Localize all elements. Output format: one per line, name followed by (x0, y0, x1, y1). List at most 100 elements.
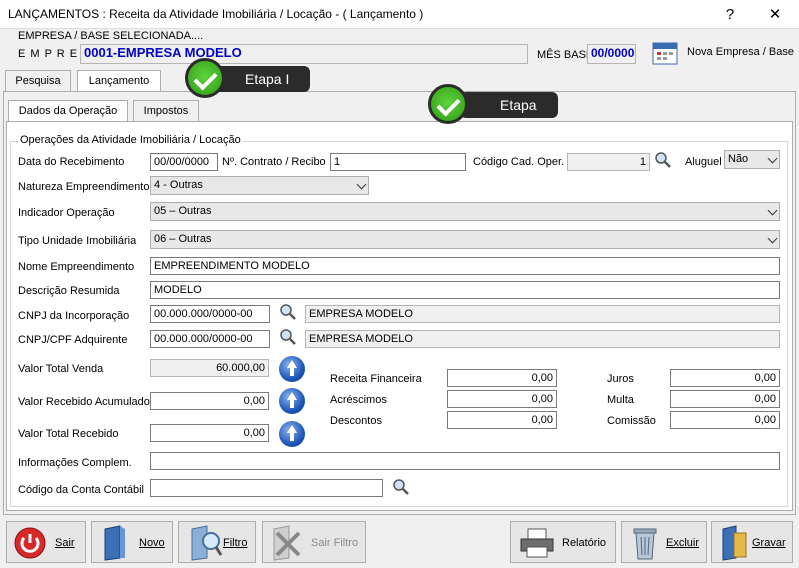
acrescimos-field[interactable]: 0,00 (447, 390, 557, 408)
tab-impostos[interactable]: Impostos (133, 100, 199, 122)
window-title: LANÇAMENTOS : Receita da Atividade Imobi… (8, 7, 424, 21)
cnpj-inc-field[interactable]: 00.000.000/0000-00 (150, 305, 270, 323)
tipo-unidade-value: 06 – Outras (154, 233, 212, 245)
relatorio-button[interactable]: Relatório (510, 521, 616, 563)
filtro-label: Filtro (223, 537, 248, 549)
indicador-select[interactable]: 05 – Outras (150, 202, 780, 221)
valor-total-rec-field[interactable]: 0,00 (150, 424, 269, 442)
contrato-field[interactable]: 1 (330, 153, 466, 171)
sair-button[interactable]: Sair (6, 521, 86, 563)
excluir-label: Excluir (666, 537, 700, 549)
etapa2-badge: Etapa II (460, 92, 558, 139)
check-icon (428, 84, 468, 124)
gravar-label: Gravar (752, 537, 786, 549)
filter-icon (191, 525, 223, 561)
cnpj-inc-nome: EMPRESA MODELO (305, 305, 780, 323)
chevron-down-icon (767, 233, 778, 244)
chevron-down-icon (767, 153, 778, 164)
info-field[interactable] (150, 452, 780, 470)
sair-filtro-button[interactable]: Sair Filtro (262, 521, 366, 563)
trash-icon (633, 528, 657, 560)
indicador-label: Indicador Operação (18, 207, 115, 219)
chevron-down-icon (767, 205, 778, 216)
cnpj-adq-nome: EMPRESA MODELO (305, 330, 780, 348)
aluguel-label: Aluguel (685, 156, 722, 168)
empresa-field: 0001-EMPRESA MODELO (80, 44, 528, 64)
sair-label: Sair (55, 537, 75, 549)
natureza-label: Natureza Empreendimento (18, 181, 150, 193)
descricao-label: Descrição Resumida (18, 285, 120, 297)
tipo-unidade-select[interactable]: 06 – Outras (150, 230, 780, 249)
descricao-field[interactable]: MODELO (150, 281, 780, 299)
calendar-icon (652, 42, 678, 65)
printer-icon (520, 528, 554, 558)
new-document-icon (104, 525, 125, 561)
filtro-button[interactable]: Filtro (178, 521, 256, 563)
title-bar: LANÇAMENTOS : Receita da Atividade Imobi… (0, 0, 799, 30)
arrow-up-icon[interactable] (279, 388, 305, 414)
clear-filter-icon (273, 525, 301, 561)
valor-rec-acum-label: Valor Recebido Acumulado (18, 396, 150, 408)
valor-total-venda-label: Valor Total Venda (18, 363, 104, 375)
arrow-up-icon[interactable] (279, 356, 305, 382)
data-recebimento-field[interactable]: 00/00/0000 (150, 153, 218, 171)
chevron-down-icon (356, 179, 367, 190)
cnpj-adq-label: CNPJ/CPF Adquirente (18, 334, 128, 346)
mes-base-field: 00/0000 (587, 44, 636, 64)
novo-label: Novo (139, 537, 165, 549)
acrescimos-label: Acréscimos (330, 394, 387, 406)
descontos-label: Descontos (330, 415, 382, 427)
relatorio-label: Relatório (562, 537, 607, 549)
group-title: Operações da Atividade Imobiliária / Loc… (18, 134, 243, 146)
valor-total-venda-field[interactable]: 60.000,00 (150, 359, 269, 377)
help-button[interactable]: ? (710, 0, 750, 30)
valor-rec-acum-field[interactable]: 0,00 (150, 392, 269, 410)
search-icon[interactable] (279, 303, 297, 321)
excluir-button[interactable]: Excluir (621, 521, 707, 563)
mes-base-label: MÊS BASE (537, 49, 594, 61)
comissao-field[interactable]: 0,00 (670, 411, 780, 429)
contrato-label: Nº. Contrato / Recibo (222, 156, 326, 168)
novo-button[interactable]: Novo (91, 521, 173, 563)
section-title: EMPRESA / BASE SELECIONADA.... (18, 30, 204, 42)
nome-emp-label: Nome Empreendimento (18, 261, 135, 273)
conta-label: Código da Conta Contábil (18, 484, 144, 496)
search-icon[interactable] (392, 478, 410, 496)
save-icon (722, 525, 747, 561)
search-icon[interactable] (654, 151, 672, 169)
data-recebimento-label: Data do Recebimento (18, 156, 125, 168)
receita-fin-field[interactable]: 0,00 (447, 369, 557, 387)
tipo-unidade-label: Tipo Unidade Imobiliária (18, 235, 137, 247)
gravar-button[interactable]: Gravar (711, 521, 793, 563)
codigo-cad-label: Código Cad. Oper. (473, 156, 565, 168)
arrow-up-icon[interactable] (279, 421, 305, 447)
juros-field[interactable]: 0,00 (670, 369, 780, 387)
cnpj-adq-field[interactable]: 00.000.000/0000-00 (150, 330, 270, 348)
tab-pesquisa[interactable]: Pesquisa (5, 70, 71, 92)
nova-empresa-button[interactable]: Nova Empresa / Base (650, 38, 794, 68)
natureza-select[interactable]: 4 - Outras (150, 176, 369, 195)
indicador-value: 05 – Outras (154, 205, 212, 217)
tab-dados-operacao[interactable]: Dados da Operação (8, 100, 128, 122)
aluguel-select[interactable]: Não (724, 150, 780, 169)
search-icon[interactable] (279, 328, 297, 346)
valor-total-rec-label: Valor Total Recebido (18, 428, 119, 440)
codigo-cad-field[interactable]: 1 (567, 153, 650, 171)
nova-empresa-label: Nova Empresa / Base (687, 46, 794, 58)
sair-filtro-label: Sair Filtro (311, 537, 359, 549)
juros-label: Juros (607, 373, 634, 385)
multa-field[interactable]: 0,00 (670, 390, 780, 408)
comissao-label: Comissão (607, 415, 656, 427)
multa-label: Multa (607, 394, 634, 406)
cnpj-inc-label: CNPJ da Incorporação (18, 310, 130, 322)
power-icon (14, 527, 46, 559)
tab-lancamento[interactable]: Lançamento (77, 70, 161, 92)
descontos-field[interactable]: 0,00 (447, 411, 557, 429)
close-button[interactable]: ✕ (755, 0, 795, 30)
aluguel-value: Não (728, 153, 749, 165)
info-label: Informações Complem. (18, 457, 132, 469)
natureza-value: 4 - Outras (154, 179, 203, 191)
nome-emp-field[interactable]: EMPREENDIMENTO MODELO (150, 257, 780, 275)
conta-field[interactable] (150, 479, 383, 497)
receita-fin-label: Receita Financeira (330, 373, 422, 385)
